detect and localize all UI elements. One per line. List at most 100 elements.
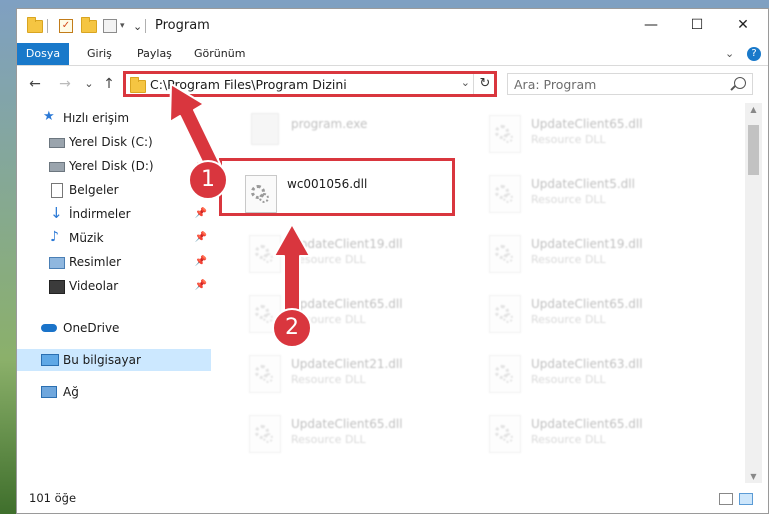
star-icon: ★ <box>43 109 55 124</box>
list-item[interactable]: UpdateClient21.dll Resource DLL <box>241 349 471 401</box>
sidebar-item-quick-access[interactable]: ★ Hızlı erişim <box>17 107 211 129</box>
pin-icon[interactable]: 📌 <box>195 203 207 225</box>
sidebar-item-label: İndirmeler <box>69 207 131 221</box>
scroll-down-icon[interactable]: ▼ <box>745 472 762 481</box>
file-type: Resource DLL <box>531 193 606 206</box>
file-name: UpdateClient63.dll <box>531 357 643 371</box>
quick-access-dropdown-icon[interactable]: ⌄ <box>133 18 142 34</box>
tab-view[interactable]: Görünüm <box>194 43 245 65</box>
sidebar-item-label: Bu bilgisayar <box>63 353 141 367</box>
sidebar-item-onedrive[interactable]: OneDrive <box>17 317 211 339</box>
large-icons-view-icon[interactable] <box>739 493 753 505</box>
new-folder-icon[interactable] <box>81 16 97 34</box>
title-bar: ✓ ▾ ⌄ Program — ☐ ✕ <box>17 9 768 43</box>
properties-check-icon[interactable]: ✓ <box>59 18 73 34</box>
file-name: program.exe <box>291 117 368 131</box>
video-icon <box>49 280 65 294</box>
tab-share[interactable]: Paylaş <box>137 43 172 65</box>
sidebar-item-music[interactable]: ♪ Müzik 📌 <box>17 227 211 249</box>
address-bar[interactable]: C:\Program Files\Program Dizini ⌄ ↻ <box>123 73 497 95</box>
list-item[interactable]: UpdateClient19.dll Resource DLL <box>241 229 471 281</box>
file-type: Resource DLL <box>531 253 606 266</box>
address-path: C:\Program Files\Program Dizini <box>150 77 347 92</box>
list-item[interactable]: UpdateClient65.dll Resource DLL <box>241 409 471 461</box>
drive-icon <box>49 138 65 148</box>
help-icon[interactable]: ? <box>747 47 761 61</box>
file-name: UpdateClient65.dll <box>531 297 643 311</box>
file-name: UpdateClient65.dll <box>531 117 643 131</box>
tab-home[interactable]: Giriş <box>87 43 112 65</box>
file-highlight-box <box>219 158 455 216</box>
sidebar-item-label: Resimler <box>69 255 122 269</box>
pictures-icon <box>49 257 65 269</box>
navigation-bar: ← → ⌄ ↑ C:\Program Files\Program Dizini … <box>17 66 768 102</box>
file-name: UpdateClient19.dll <box>531 237 643 251</box>
vertical-scrollbar[interactable]: ▲ ▼ <box>745 103 762 483</box>
document-icon <box>51 183 63 198</box>
pin-icon[interactable]: 📌 <box>195 251 207 273</box>
sidebar-item-network[interactable]: Ağ <box>17 381 211 403</box>
up-button[interactable]: ↑ <box>99 74 119 94</box>
details-view-icon[interactable] <box>719 493 733 505</box>
pin-icon[interactable]: 📌 <box>195 275 207 297</box>
status-bar: 101 öğe <box>17 483 768 513</box>
list-item[interactable]: UpdateClient65.dll Resource DLL <box>481 409 711 461</box>
sidebar-item-this-pc[interactable]: Bu bilgisayar <box>17 349 211 371</box>
list-item[interactable]: UpdateClient5.dll Resource DLL <box>481 169 711 221</box>
recent-locations-button[interactable]: ⌄ <box>79 74 99 94</box>
list-item[interactable]: UpdateClient65.dll Resource DLL <box>481 109 711 161</box>
sidebar-item-label: Belgeler <box>69 183 119 197</box>
file-name: UpdateClient65.dll <box>291 297 403 311</box>
close-button[interactable]: ✕ <box>720 9 766 41</box>
list-item[interactable]: UpdateClient63.dll Resource DLL <box>481 349 711 401</box>
list-item[interactable]: UpdateClient65.dll Resource DLL <box>481 289 711 341</box>
forward-button[interactable]: → <box>55 74 75 94</box>
scroll-up-icon[interactable]: ▲ <box>745 105 762 114</box>
drive-icon <box>49 162 65 172</box>
network-icon <box>41 386 57 398</box>
minimize-button[interactable]: — <box>628 9 674 41</box>
sidebar-item-documents[interactable]: Belgeler 📌 <box>17 179 211 201</box>
sidebar-item-local-disk-d[interactable]: Yerel Disk (D:) 📌 <box>17 155 211 177</box>
address-dropdown-icon[interactable]: ⌄ <box>461 76 470 89</box>
file-type: Resource DLL <box>531 313 606 326</box>
list-item[interactable]: program.exe <box>241 109 471 161</box>
navigation-pane: ★ Hızlı erişim Yerel Disk (C:) 📌 Yerel D… <box>17 103 211 483</box>
refresh-button[interactable]: ↻ <box>473 74 496 94</box>
search-icon[interactable] <box>734 77 746 89</box>
exe-icon <box>251 113 279 145</box>
sidebar-item-pictures[interactable]: Resimler 📌 <box>17 251 211 273</box>
pin-icon[interactable]: 📌 <box>195 131 207 153</box>
properties-icon[interactable] <box>103 18 117 34</box>
file-name: UpdateClient21.dll <box>291 357 403 371</box>
download-icon: ↓ <box>50 204 63 222</box>
sidebar-item-downloads[interactable]: ↓ İndirmeler 📌 <box>17 203 211 225</box>
file-type: Resource DLL <box>291 433 366 446</box>
sidebar-item-label: Hızlı erişim <box>63 111 130 125</box>
sidebar-item-videos[interactable]: Videolar 📌 <box>17 275 211 297</box>
explorer-window: ✓ ▾ ⌄ Program — ☐ ✕ Dosya Giriş Paylaş G… <box>16 8 769 514</box>
callout-2: 2 <box>272 308 312 348</box>
list-item[interactable]: UpdateClient19.dll Resource DLL <box>481 229 711 281</box>
file-type: Resource DLL <box>291 253 366 266</box>
ribbon-tabs: Dosya Giriş Paylaş Görünüm ⌄ ? <box>17 43 768 66</box>
file-type: Resource DLL <box>291 373 366 386</box>
file-name: UpdateClient5.dll <box>531 177 635 191</box>
file-name: UpdateClient65.dll <box>531 417 643 431</box>
sidebar-item-label: OneDrive <box>63 321 120 335</box>
tab-file[interactable]: Dosya <box>17 43 69 65</box>
sidebar-item-local-disk-c[interactable]: Yerel Disk (C:) 📌 <box>17 131 211 153</box>
toolbar-separator <box>47 18 48 34</box>
file-name: UpdateClient65.dll <box>291 417 403 431</box>
music-icon: ♪ <box>50 229 59 245</box>
ribbon-expand-icon[interactable]: ⌄ <box>725 43 734 65</box>
back-button[interactable]: ← <box>25 74 45 94</box>
maximize-button[interactable]: ☐ <box>674 9 720 41</box>
pin-icon[interactable]: 📌 <box>195 227 207 249</box>
search-input[interactable]: Ara: Program <box>514 77 596 92</box>
customize-quick-access-icon[interactable]: ▾ <box>120 18 125 34</box>
sidebar-item-label: Ağ <box>63 385 79 399</box>
scroll-thumb[interactable] <box>748 125 759 175</box>
callout-1: 1 <box>188 160 228 200</box>
search-box[interactable]: Ara: Program <box>507 73 753 95</box>
